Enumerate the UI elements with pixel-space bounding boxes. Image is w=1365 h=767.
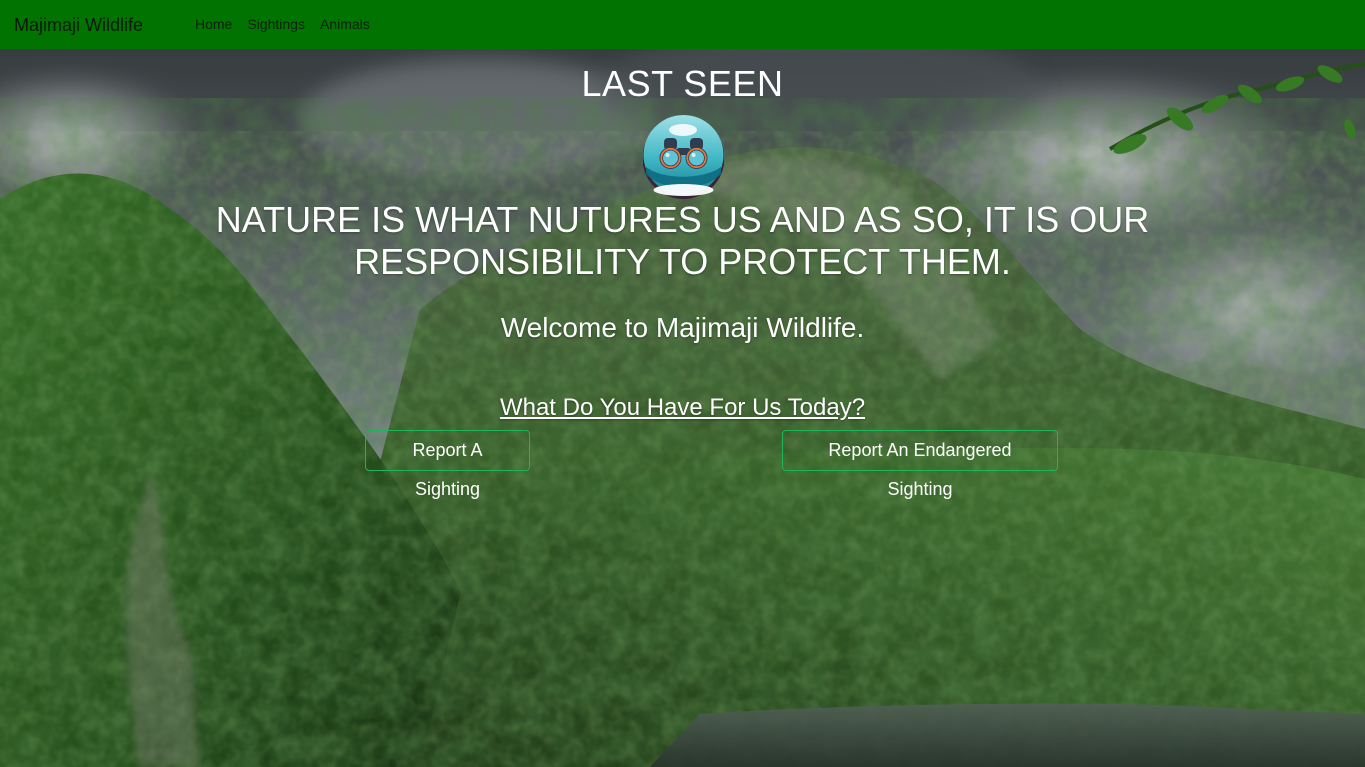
report-sighting-button[interactable]: Report A Sighting	[365, 430, 530, 499]
nav-link-home[interactable]: Home	[195, 16, 232, 32]
welcome-text: Welcome to Majimaji Wildlife.	[500, 312, 865, 343]
nav-link-animals[interactable]: Animals	[320, 16, 370, 32]
hero-content: LAST SEEN NATURE IS WHAT NUTURES US AND …	[0, 49, 1365, 767]
motto-heading: NATURE IS WHAT NUTURES US AND AS SO, IT …	[215, 199, 1150, 282]
nav-links: Home Sightings Animals	[195, 16, 370, 32]
prompt-text: What Do You Have For Us Today?	[499, 394, 866, 421]
nav-link-sightings[interactable]: Sightings	[247, 16, 305, 32]
brand-link[interactable]: Majimaji Wildlife	[14, 15, 195, 36]
top-navbar: Majimaji Wildlife Home Sightings Animals	[0, 0, 1365, 49]
page: Majimaji Wildlife Home Sightings Animals	[0, 0, 1365, 767]
report-endangered-sighting-button[interactable]: Report An Endangered Sighting	[782, 430, 1058, 499]
site-title: LAST SEEN	[581, 63, 784, 104]
binoculars-icon	[642, 112, 725, 200]
